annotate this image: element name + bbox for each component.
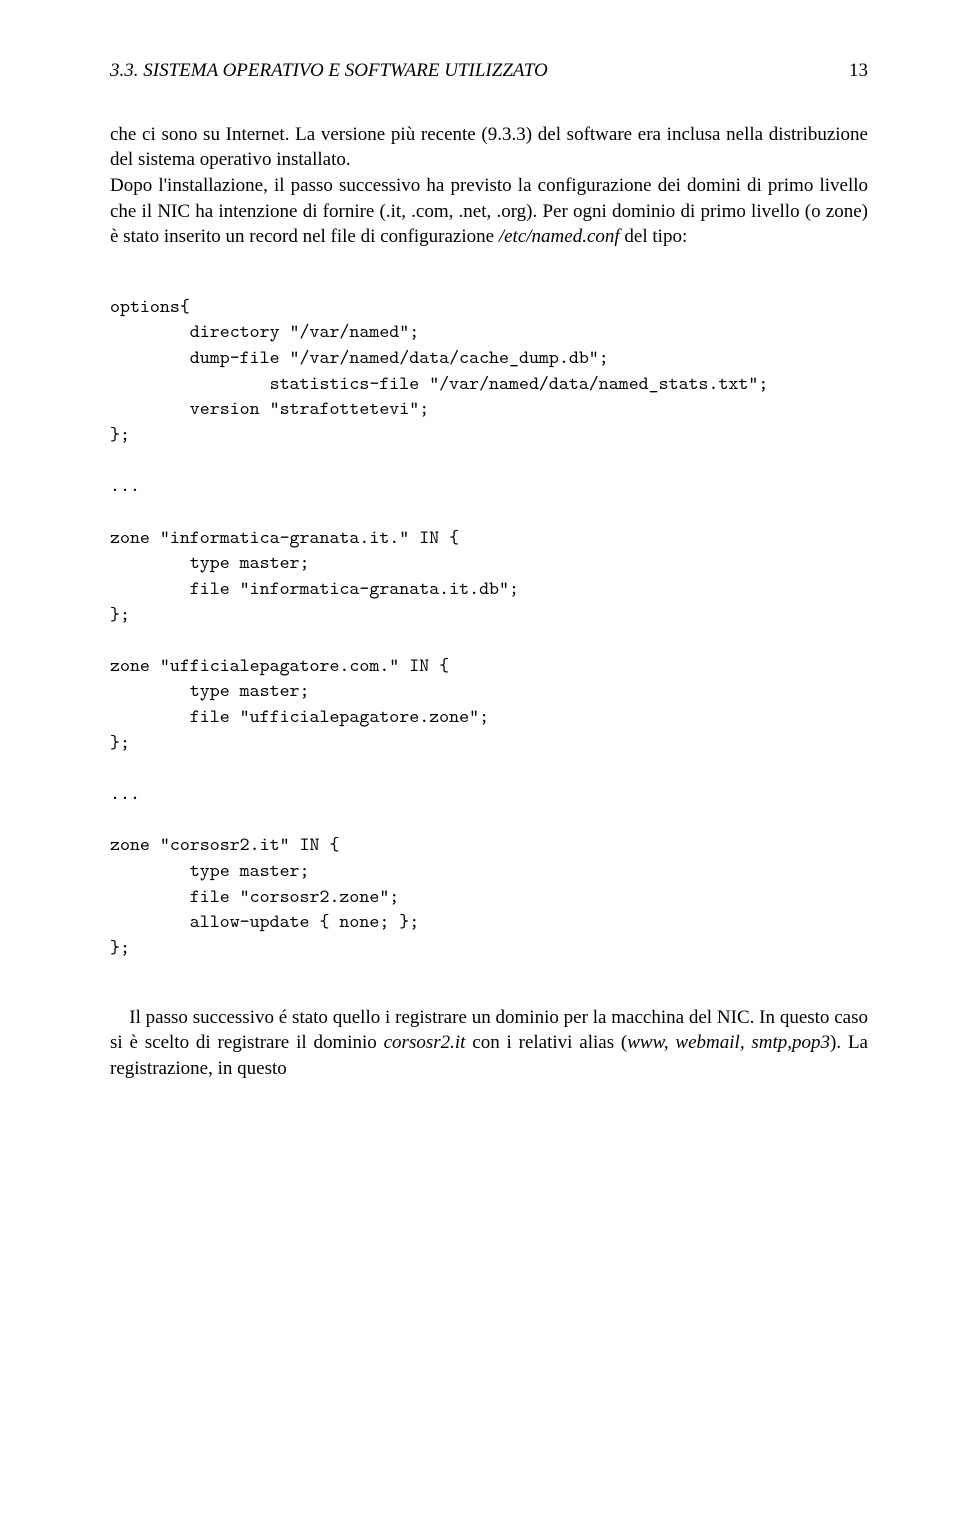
code-block: options{ directory "/var/named"; dump-fi… <box>110 294 868 961</box>
paragraph-1: che ci sono su Internet. La versione più… <box>110 122 868 250</box>
text: con i relativi alias ( <box>465 1032 627 1053</box>
page: 3.3. SISTEMA OPERATIVO E SOFTWARE UTILIZ… <box>0 0 960 1517</box>
domain-name: corsosr2.it <box>384 1032 466 1053</box>
page-header: 3.3. SISTEMA OPERATIVO E SOFTWARE UTILIZ… <box>110 58 868 84</box>
text: che ci sono su Internet. La versione più… <box>110 124 868 171</box>
config-path: /etc/named.conf <box>499 226 620 247</box>
text: Dopo l'installazione, il passo successiv… <box>110 175 868 247</box>
aliases: www, webmail, smtp,pop3 <box>627 1032 830 1053</box>
section-title: 3.3. SISTEMA OPERATIVO E SOFTWARE UTILIZ… <box>110 58 548 84</box>
page-number: 13 <box>849 58 868 84</box>
paragraph-2: Il passo successivo é stato quello i reg… <box>110 1005 868 1082</box>
text: del tipo: <box>620 226 688 247</box>
